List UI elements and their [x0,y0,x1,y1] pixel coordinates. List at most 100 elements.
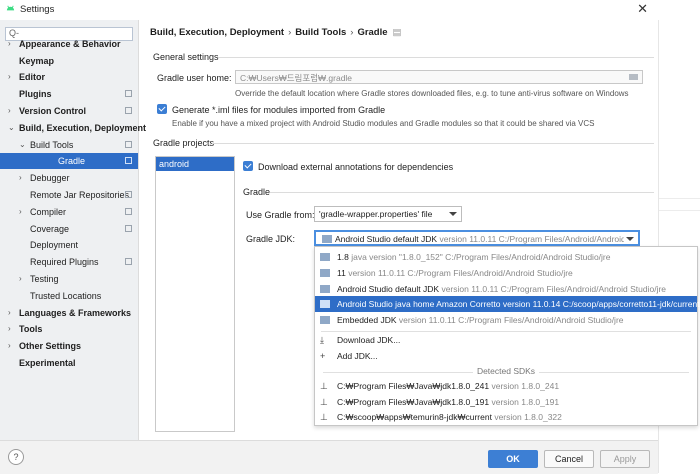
sidebar-item[interactable]: › Debugger [0,170,138,186]
breadcrumb-build-tools[interactable]: Build Tools [295,27,346,38]
chevron-icon[interactable]: › [8,36,11,52]
sidebar-item-label: Languages & Frameworks [19,308,132,318]
apply-button[interactable]: Apply [600,450,650,468]
project-settings-icon [125,258,132,265]
jdk-dropdown-list: 1.8 java version "1.8.0_152" C:/Program … [314,246,700,426]
chevron-icon[interactable]: › [8,321,11,337]
help-button[interactable]: ? [8,449,24,465]
sidebar-item[interactable]: Remote Jar Repositories [0,187,138,203]
chevron-icon[interactable]: › [19,204,22,220]
sidebar-item[interactable]: › Testing [0,271,138,287]
sidebar-item-label: Tools [19,324,43,334]
gradle-user-home-field[interactable]: C:₩Users₩드림포럼₩.gradle [235,70,643,84]
dialog-footer: ? OK Cancel Apply [0,440,658,474]
breadcrumb-build-execution[interactable]: Build, Execution, Deployment [150,27,284,38]
chevron-icon[interactable]: › [19,170,22,186]
title-bar: Settings ✕ [0,0,700,20]
download-annotations-checkbox[interactable] [243,161,253,171]
sidebar-item[interactable]: › Tools [0,321,138,337]
sidebar-item-label: Build Tools [30,140,74,150]
breadcrumb-gradle: Gradle [357,27,388,38]
sidebar-item[interactable]: Deployment [0,237,138,253]
sidebar-item[interactable]: Plugins [0,86,138,102]
download-annotations-label: Download external annotations for depend… [258,162,454,172]
window-title: Settings [20,4,55,15]
chevron-icon[interactable]: ⌄ [8,120,15,136]
settings-sidebar: Q- › Appearance & Behavior Keymap › Editor Pl… [0,20,146,440]
sidebar-item-label: Deployment [30,240,79,250]
jdk-option[interactable]: ⊥ C:₩Program Files₩Java₩jdk1.8.0_241 vers… [315,378,697,394]
jdk-option[interactable]: 1.8 java version "1.8.0_152" C:/Program … [315,249,697,265]
sidebar-item-label: Build, Execution, Deployment [19,123,147,133]
jdk-option[interactable]: ⊥ C:₩scoop₩apps₩temurin8-jdk₩current vers… [315,409,697,425]
generate-iml-checkbox[interactable] [157,104,167,114]
sidebar-item-label: Appearance & Behavior [19,39,121,49]
cancel-button[interactable]: Cancel [544,450,594,468]
sidebar-item[interactable]: Required Plugins [0,254,138,270]
chevron-icon[interactable]: › [8,103,11,119]
add-icon: + [320,351,326,361]
sdk-icon: ⊥ [320,397,328,407]
gradle-jdk-select[interactable]: Android Studio default JDK version 11.0.… [314,230,640,246]
sidebar-item[interactable]: › Other Settings [0,338,138,354]
project-item-android[interactable]: android [156,157,234,171]
project-settings-icon [125,225,132,232]
general-settings-heading: General settings [153,52,219,62]
sidebar-item-label: Plugins [19,89,52,99]
android-logo-icon [6,5,15,11]
sidebar-item[interactable]: Keymap [0,53,138,69]
sidebar-item-label: Keymap [19,56,55,66]
sidebar-item[interactable]: Gradle [0,153,138,169]
gradle-subheading: Gradle [243,187,271,197]
divider [218,57,654,58]
sidebar-item[interactable]: › Compiler [0,204,138,220]
sdk-icon: ⊥ [320,381,328,391]
use-gradle-from-select[interactable]: 'gradle-wrapper.properties' file [314,206,462,222]
jdk-option[interactable]: ⤓ Download JDK... [315,332,697,348]
jdk-option[interactable]: Android Studio default JDK version 11.0.… [315,281,697,297]
jdk-option[interactable]: ⊥ C:₩Program Files₩Java₩jdk1.8.0_191 vers… [315,394,697,410]
gradle-user-home-label: Gradle user home: [157,73,232,83]
project-settings-icon [125,141,132,148]
use-gradle-from-label: Use Gradle from: [246,210,315,220]
generate-iml-label: Generate *.iml files for modules importe… [172,105,386,115]
gradle-projects-heading: Gradle projects [153,138,215,148]
sidebar-item[interactable]: › Editor [0,69,138,85]
sidebar-item[interactable]: Experimental [0,355,138,371]
chevron-icon[interactable]: › [8,305,11,321]
sidebar-item[interactable]: ⌄ Build Tools [0,137,138,153]
close-icon[interactable]: ✕ [637,1,648,17]
chevron-down-icon [449,212,457,216]
sidebar-item-label: Compiler [30,207,67,217]
folder-icon[interactable] [629,74,638,80]
gradle-jdk-label: Gradle JDK: [246,234,296,244]
sidebar-item-label: Required Plugins [30,257,99,267]
sidebar-item[interactable]: ⌄ Build, Execution, Deployment [0,120,146,136]
chevron-icon[interactable]: › [8,69,11,85]
generate-iml-hint: Enable if you have a mixed project with … [172,119,595,128]
sidebar-item[interactable]: › Languages & Frameworks [0,305,138,321]
sidebar-item[interactable]: Trusted Locations [0,288,138,304]
breadcrumb-separator-icon: › [288,27,292,38]
chevron-icon[interactable]: › [19,271,22,287]
jdk-option[interactable]: + Add JDK... [315,348,697,364]
sidebar-item-label: Experimental [19,358,76,368]
ok-button[interactable]: OK [488,450,538,468]
jdk-option[interactable]: Android Studio java home Amazon Corretto… [315,296,700,312]
jdk-folder-icon [320,300,330,308]
sidebar-item[interactable]: › Appearance & Behavior [0,36,138,52]
divider [270,192,654,193]
project-settings-icon [125,107,132,114]
sidebar-item[interactable]: Coverage [0,221,138,237]
jdk-option[interactable]: Embedded JDK version 11.0.11 C:/Program … [315,312,697,328]
chevron-icon[interactable]: › [8,338,11,354]
jdk-option[interactable]: 11 version 11.0.11 C:/Program Files/Andr… [315,265,697,281]
breadcrumb: Build, Execution, Deployment › Build Tools… [150,27,402,38]
jdk-folder-icon [320,269,330,277]
sidebar-item[interactable]: › Version Control [0,103,138,119]
chevron-icon[interactable]: ⌄ [19,137,26,153]
project-settings-icon [125,157,132,164]
sidebar-item-label: Testing [30,274,59,284]
sidebar-item-label: Version Control [19,106,87,116]
jdk-folder-icon [320,253,330,261]
